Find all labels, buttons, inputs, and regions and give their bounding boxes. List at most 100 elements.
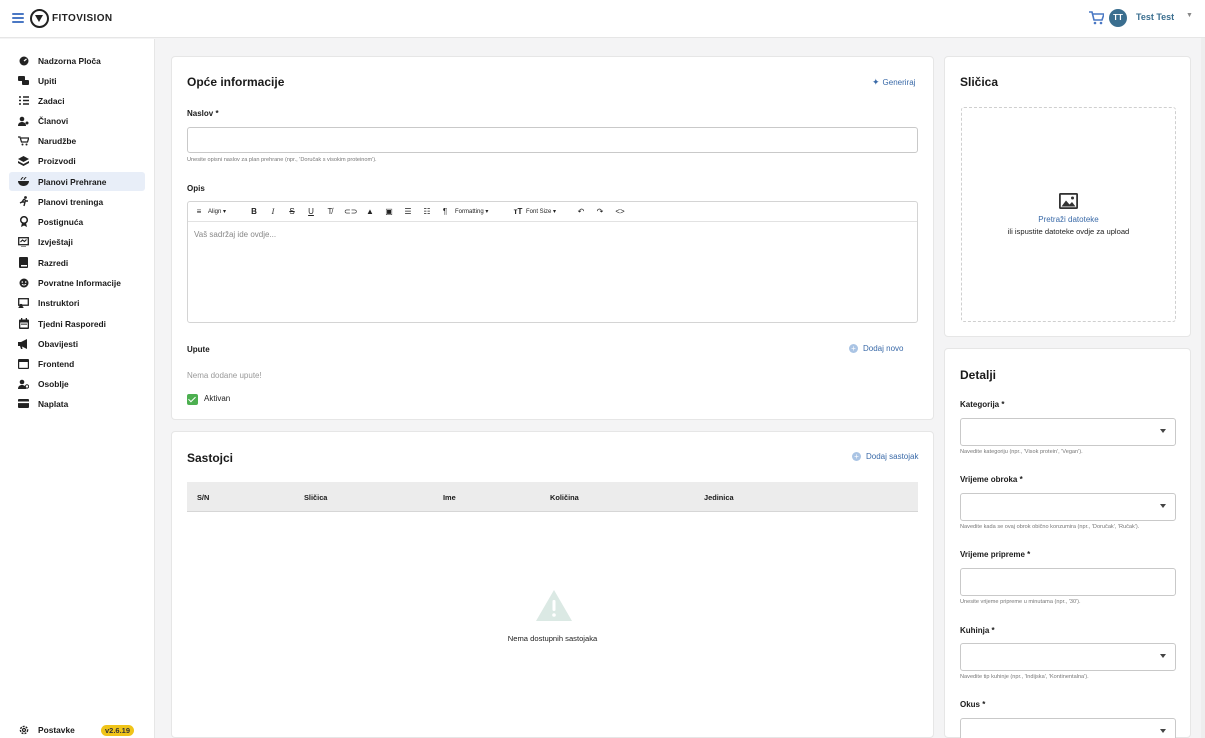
description-label: Opis (187, 184, 205, 193)
sidebar-item-products[interactable]: Proizvodi (9, 151, 145, 170)
sidebar-item-inquiries[interactable]: Upiti (9, 71, 145, 90)
browser-icon (18, 358, 29, 369)
font-size-label: Font Size (526, 209, 552, 215)
sidebar-item-label: Nadzorna Ploča (38, 55, 101, 66)
strikethrough-button[interactable]: S (287, 206, 297, 218)
brand-logo[interactable]: FITOVISION (30, 9, 113, 28)
print-icon[interactable]: ▣ (383, 206, 395, 218)
category-select[interactable] (960, 418, 1176, 446)
align-label: Align (208, 209, 222, 215)
format-icon[interactable]: ¶ (440, 206, 450, 218)
align-icon[interactable]: ≡ (194, 206, 204, 218)
generate-button[interactable]: ✦ Generiraj (872, 77, 915, 88)
members-icon (18, 115, 29, 126)
cart-icon[interactable] (1088, 11, 1104, 25)
upload-dropzone[interactable]: Pretraži datoteke ili ispustite datoteke… (961, 107, 1176, 322)
italic-button[interactable]: I (268, 206, 278, 218)
add-ingredient-label: Dodaj sastojak (866, 452, 919, 461)
sidebar-item-feedback[interactable]: Povratne Informacije (9, 273, 145, 292)
sidebar-item-achievements[interactable]: Postignuća (9, 212, 145, 231)
meal-time-label: Vrijeme obroka * (960, 475, 1023, 484)
active-checkbox[interactable] (187, 394, 198, 405)
brand-name: FITOVISION (52, 13, 113, 24)
sidebar-item-label: Narudžbe (38, 135, 77, 146)
cuisine-label: Kuhinja * (960, 626, 995, 635)
generate-label: Generiraj (882, 78, 916, 87)
sidebar-item-label: Članovi (38, 115, 69, 126)
sidebar-item-orders[interactable]: Narudžbe (9, 131, 145, 150)
undo-icon[interactable]: ↶ (575, 206, 587, 218)
user-name[interactable]: Test Test (1136, 12, 1174, 22)
sidebar-item-label: Frontend (38, 358, 75, 369)
cuisine-select[interactable] (960, 643, 1176, 671)
sidebar-item-frontend[interactable]: Frontend (9, 354, 145, 373)
sidebar-item-members[interactable]: Članovi (9, 111, 145, 130)
bold-button[interactable]: B (249, 206, 259, 218)
title-label: Naslov * (187, 109, 219, 118)
products-icon (18, 155, 29, 166)
chevron-down-icon[interactable]: ▼ (1186, 12, 1193, 19)
add-instruction-button[interactable]: + Dodaj novo (849, 344, 903, 353)
meal-time-hint: Navedite kada se ovaj obrok obično konzu… (960, 524, 1140, 530)
redo-icon[interactable]: ↷ (594, 206, 606, 218)
sidebar-item-notifications[interactable]: Obavijesti (9, 334, 145, 353)
sidebar-item-tasks[interactable]: Zadaci (9, 91, 145, 110)
sidebar-item-label: Povratne Informacije (38, 277, 121, 288)
chat-icon (18, 75, 29, 86)
image-icon (1059, 193, 1078, 209)
sidebar-item-label: Planovi treninga (38, 196, 104, 207)
sidebar-item-instructors[interactable]: Instruktori (9, 293, 145, 312)
card-title: Sličica (960, 75, 999, 89)
sidebar-item-training-plans[interactable]: Planovi treninga (9, 192, 145, 211)
font-size-dropdown[interactable]: Font Size ▾ (526, 206, 556, 218)
book-icon (18, 257, 29, 268)
menu-icon[interactable] (12, 13, 24, 23)
add-ingredient-button[interactable]: + Dodaj sastojak (852, 452, 918, 461)
scrollbar[interactable] (1201, 38, 1205, 738)
column-header: Ime (443, 493, 456, 502)
numbered-list-icon[interactable]: ☷ (421, 206, 433, 218)
chevron-down-icon (1160, 654, 1166, 658)
font-size-icon[interactable]: тT (512, 206, 524, 218)
general-info-card: Opće informacije ✦ Generiraj Naslov * Un… (171, 56, 934, 420)
cuisine-hint: Navedite tip kuhinje (npr., 'Indijska', … (960, 674, 1089, 680)
logo-icon (30, 9, 49, 28)
sidebar-item-label: Osoblje (38, 378, 69, 389)
taste-label: Okus * (960, 700, 986, 709)
chevron-down-icon (1160, 729, 1166, 733)
sidebar-item-staff[interactable]: Osoblje (9, 374, 145, 393)
browse-files-link[interactable]: Pretraži datoteke (962, 215, 1175, 224)
taste-select[interactable] (960, 718, 1176, 738)
align-dropdown[interactable]: Align ▾ (208, 206, 226, 218)
highlight-icon[interactable]: ▲ (364, 206, 376, 218)
clear-format-icon[interactable]: T̸ (325, 206, 335, 218)
plus-icon: + (849, 344, 858, 353)
sidebar-item-settings[interactable]: Postavke (9, 720, 95, 738)
sidebar-item-meal-plans[interactable]: Planovi Prehrane (9, 172, 145, 191)
sidebar-item-classes[interactable]: Razredi (9, 253, 145, 272)
underline-button[interactable]: U (306, 206, 316, 218)
sidebar-item-label: Naplata (38, 398, 69, 409)
code-icon[interactable]: <> (613, 206, 627, 218)
avatar[interactable]: TT (1109, 9, 1127, 27)
bullet-list-icon[interactable]: ☰ (402, 206, 414, 218)
sidebar-item-label: Planovi Prehrane (38, 176, 107, 187)
meal-time-select[interactable] (960, 493, 1176, 521)
sidebar-item-billing[interactable]: Naplata (9, 394, 145, 413)
description-editor[interactable]: ≡ Align ▾ B I S U T̸ ⊂⊃ ▲ ▣ ☰ ☷ ¶ Format… (187, 201, 918, 323)
sidebar-item-label: Tjedni Rasporedi (38, 318, 106, 329)
sidebar-item-reports[interactable]: Izvještaji (9, 232, 145, 251)
ingredients-card: Sastojci + Dodaj sastojak S/N Sličica Im… (171, 431, 934, 738)
sidebar-item-weekly-schedules[interactable]: Tjedni Rasporedi (9, 314, 145, 333)
running-icon (18, 196, 29, 207)
formatting-dropdown[interactable]: Formatting ▾ (455, 206, 488, 218)
link-icon[interactable]: ⊂⊃ (344, 206, 357, 218)
title-input[interactable] (187, 127, 918, 153)
sparkle-icon: ✦ (872, 77, 880, 87)
prep-time-input[interactable] (960, 568, 1176, 596)
sidebar-item-dashboard[interactable]: Nadzorna Ploča (9, 51, 145, 70)
version-badge: v2.6.19 (101, 725, 135, 736)
staff-icon (18, 378, 29, 389)
empty-instructions-text: Nema dodane upute! (187, 371, 262, 380)
ingredients-table-header: S/N Sličica Ime Količina Jedinica (187, 482, 918, 512)
